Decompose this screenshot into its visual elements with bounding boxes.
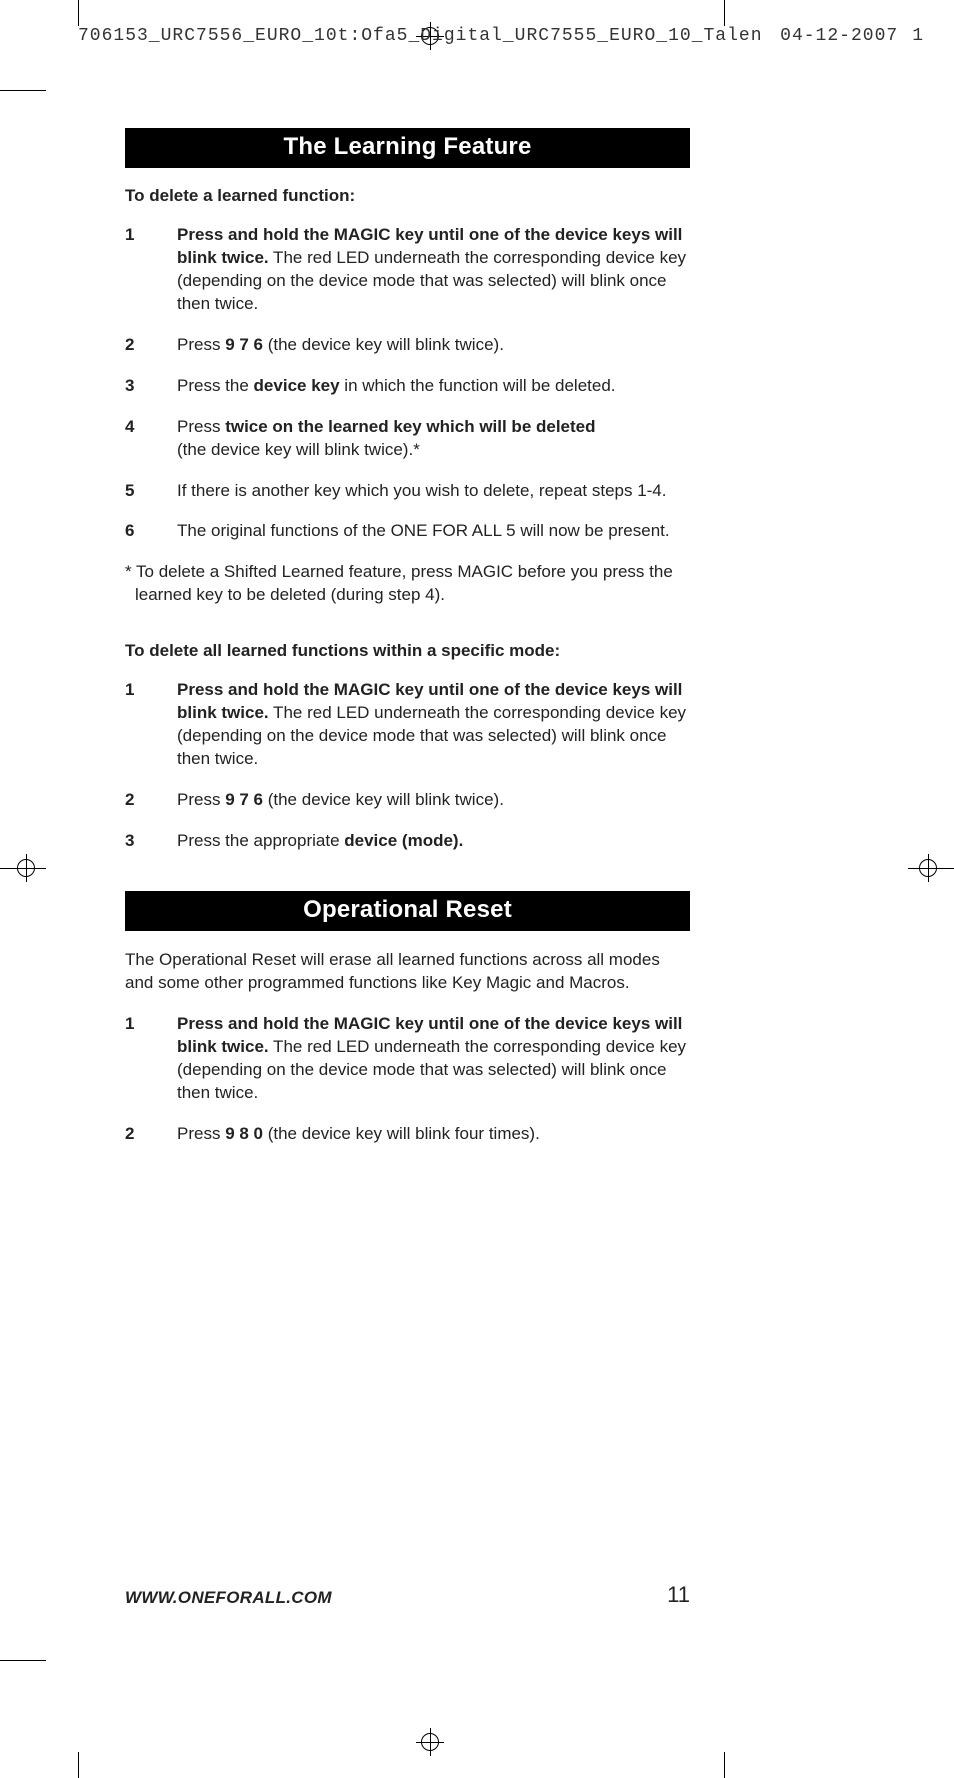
step-number: 2 — [125, 789, 177, 812]
steps-reset: 1 Press and hold the MAGIC key until one… — [125, 1013, 690, 1146]
step-number: 3 — [125, 375, 177, 398]
section-intro: The Operational Reset will erase all lea… — [125, 949, 690, 995]
list-item: 4 Press twice on the learned key which w… — [125, 416, 690, 462]
step-body: Press the device key in which the functi… — [177, 375, 690, 398]
print-date: 04-12-2007 — [780, 26, 898, 46]
crop-mark — [0, 90, 46, 91]
page-number: 11 — [667, 1582, 690, 1608]
list-item: 2 Press 9 7 6 (the device key will blink… — [125, 334, 690, 357]
step-body: If there is another key which you wish t… — [177, 480, 690, 503]
footnote: * To delete a Shifted Learned feature, p… — [125, 561, 690, 607]
step-body: The original functions of the ONE FOR AL… — [177, 520, 690, 543]
step-number: 1 — [125, 224, 177, 316]
step-number: 6 — [125, 520, 177, 543]
registration-mark-icon — [12, 854, 40, 882]
step-body: Press and hold the MAGIC key until one o… — [177, 224, 690, 316]
list-item: 2 Press 9 8 0 (the device key will blink… — [125, 1123, 690, 1146]
section-title-learning: The Learning Feature — [125, 128, 690, 168]
list-item: 1 Press and hold the MAGIC key until one… — [125, 679, 690, 771]
crop-mark — [78, 1752, 79, 1778]
section-title-reset: Operational Reset — [125, 891, 690, 931]
step-body: Press 9 7 6 (the device key will blink t… — [177, 334, 690, 357]
list-item: 1 Press and hold the MAGIC key until one… — [125, 1013, 690, 1105]
list-item: 3 Press the device key in which the func… — [125, 375, 690, 398]
steps-delete-all: 1 Press and hold the MAGIC key until one… — [125, 679, 690, 853]
step-number: 4 — [125, 416, 177, 462]
step-number: 5 — [125, 480, 177, 503]
step-number: 2 — [125, 1123, 177, 1146]
step-body: Press 9 7 6 (the device key will blink t… — [177, 789, 690, 812]
steps-delete-function: 1 Press and hold the MAGIC key until one… — [125, 224, 690, 543]
step-number: 3 — [125, 830, 177, 853]
step-number: 1 — [125, 679, 177, 771]
list-item: 1 Press and hold the MAGIC key until one… — [125, 224, 690, 316]
step-number: 2 — [125, 334, 177, 357]
crop-mark — [0, 1660, 46, 1661]
page-footer: WWW.ONEFORALL.COM 11 — [125, 1582, 690, 1608]
print-header: 706153_URC7556_EURO_10t:Ofa5_Digital_URC… — [78, 26, 924, 46]
step-body: Press 9 8 0 (the device key will blink f… — [177, 1123, 690, 1146]
registration-mark-icon — [416, 1728, 444, 1756]
step-body: Press and hold the MAGIC key until one o… — [177, 1013, 690, 1105]
list-item: 3 Press the appropriate device (mode). — [125, 830, 690, 853]
subheading-delete-function: To delete a learned function: — [125, 186, 690, 206]
step-body: Press the appropriate device (mode). — [177, 830, 690, 853]
list-item: 5 If there is another key which you wish… — [125, 480, 690, 503]
crop-mark — [724, 0, 725, 26]
step-body: Press and hold the MAGIC key until one o… — [177, 679, 690, 771]
registration-mark-icon — [914, 854, 942, 882]
list-item: 6 The original functions of the ONE FOR … — [125, 520, 690, 543]
crop-mark — [724, 1752, 725, 1778]
step-number: 1 — [125, 1013, 177, 1105]
crop-mark — [78, 0, 79, 26]
subheading-delete-all: To delete all learned functions within a… — [125, 641, 690, 661]
step-body: Press twice on the learned key which wil… — [177, 416, 690, 462]
page-content: The Learning Feature To delete a learned… — [125, 128, 690, 1163]
print-sheet: 1 — [912, 26, 924, 46]
print-filename: 706153_URC7556_EURO_10t:Ofa5_Digital_URC… — [78, 26, 763, 46]
list-item: 2 Press 9 7 6 (the device key will blink… — [125, 789, 690, 812]
footer-url: WWW.ONEFORALL.COM — [125, 1588, 332, 1608]
